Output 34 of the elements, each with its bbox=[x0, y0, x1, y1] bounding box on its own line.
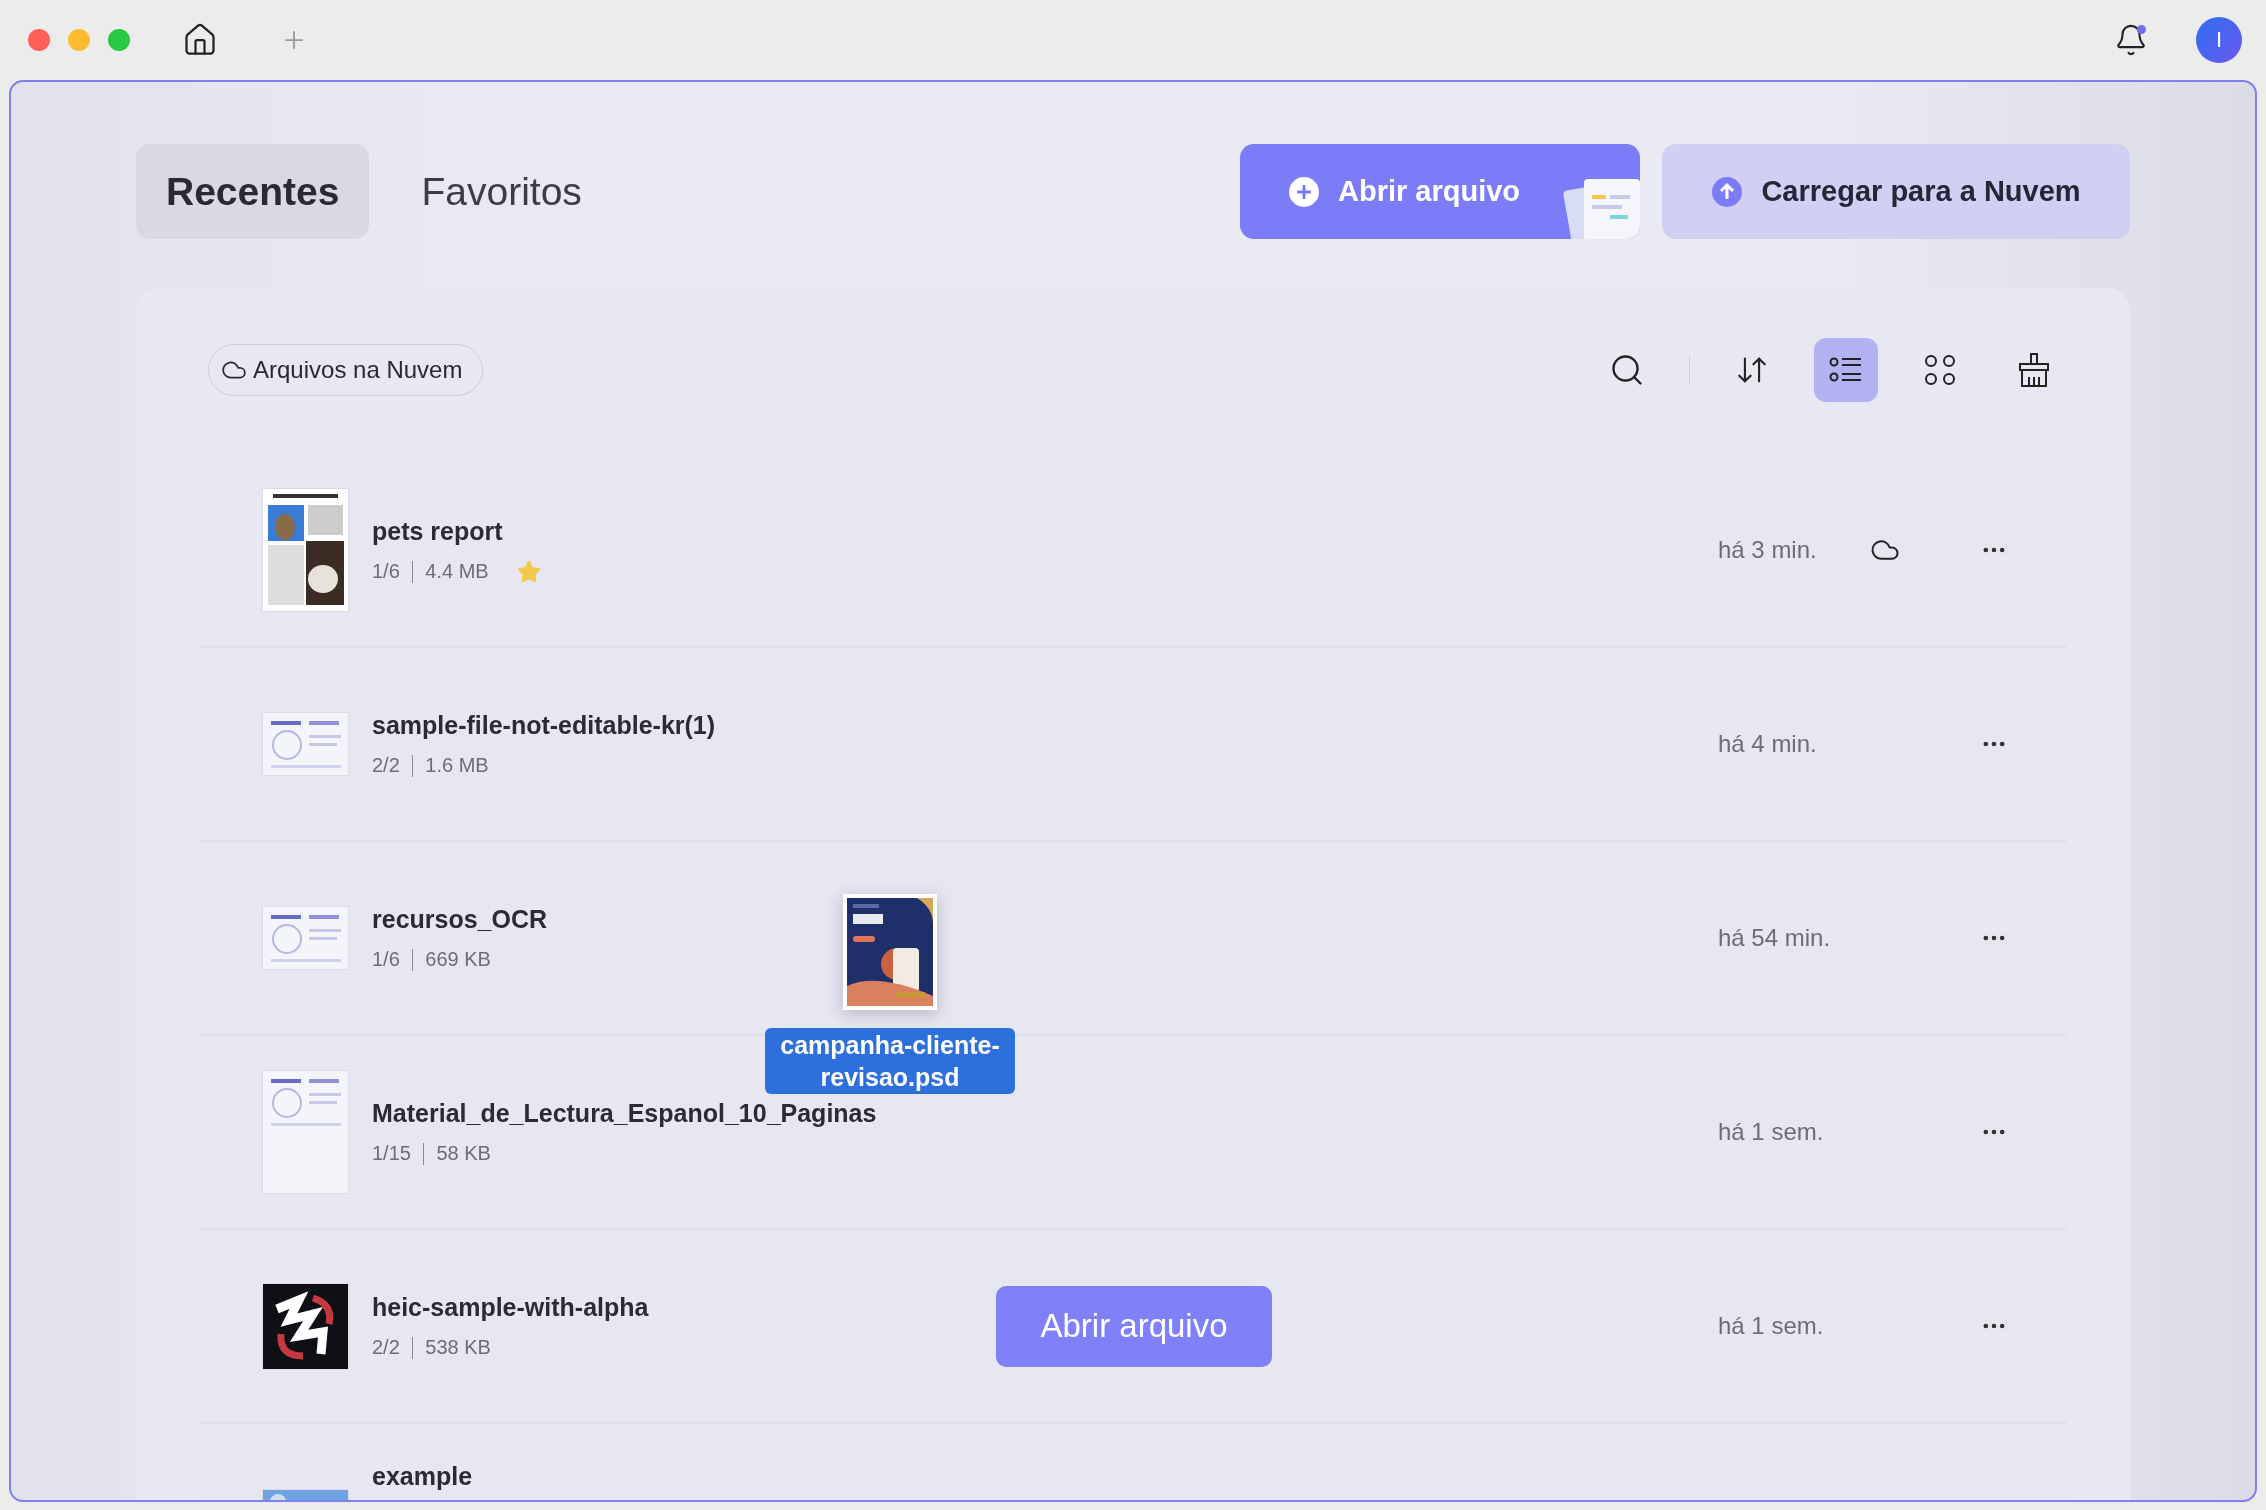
file-size: 58 KB bbox=[436, 1142, 491, 1165]
add-icon bbox=[1288, 175, 1320, 208]
file-name: heic-sample-with-alpha bbox=[372, 1293, 650, 1322]
upload-cloud-button[interactable]: Carregar para a Nuvem bbox=[1662, 144, 2130, 239]
page-count: 1/6 bbox=[372, 948, 400, 971]
dragged-file-name: campanha-cliente-revisao.psd bbox=[765, 1028, 1015, 1094]
list-view-button[interactable] bbox=[1814, 338, 1878, 402]
tab[interactable]: Recentes bbox=[136, 144, 370, 239]
file-name: recursos_OCR bbox=[372, 905, 549, 934]
upload-icon bbox=[1711, 175, 1744, 208]
file-size: 538 KB bbox=[425, 1336, 491, 1359]
home-icon[interactable] bbox=[182, 22, 218, 58]
modified-time: há 1 sem. bbox=[1717, 1312, 1825, 1340]
avatar[interactable]: I bbox=[2196, 17, 2242, 63]
file-size: 4.4 MB bbox=[425, 560, 489, 583]
modified-time: há 54 min. bbox=[1717, 924, 1832, 952]
modified-time: há 3 min. bbox=[1717, 536, 1818, 564]
close-button[interactable] bbox=[28, 29, 50, 51]
file-name: Material_de_Lectura_Espanol_10_Paginas bbox=[372, 1099, 878, 1128]
page-count: 1/6 bbox=[372, 560, 400, 583]
file-name: example bbox=[372, 1462, 474, 1491]
modified-time: há 4 min. bbox=[1717, 730, 1818, 758]
file-size: 1.6 MB bbox=[425, 754, 489, 777]
file-size: 669 KB bbox=[425, 948, 491, 971]
page-count: 2/2 bbox=[372, 754, 400, 777]
file-name: pets report bbox=[372, 516, 504, 546]
notification-icon[interactable] bbox=[2114, 23, 2148, 57]
search-icon bbox=[1609, 352, 1645, 388]
file-name: sample-file-not-editable-kr(1) bbox=[372, 711, 717, 740]
modified-time: há 1 sem. bbox=[1717, 1118, 1825, 1146]
page-count: 2/2 bbox=[372, 1336, 400, 1359]
tab[interactable]: Favoritos bbox=[391, 144, 612, 239]
page-count: 1/15 bbox=[372, 1142, 411, 1165]
grid-view-icon bbox=[1923, 353, 1957, 387]
